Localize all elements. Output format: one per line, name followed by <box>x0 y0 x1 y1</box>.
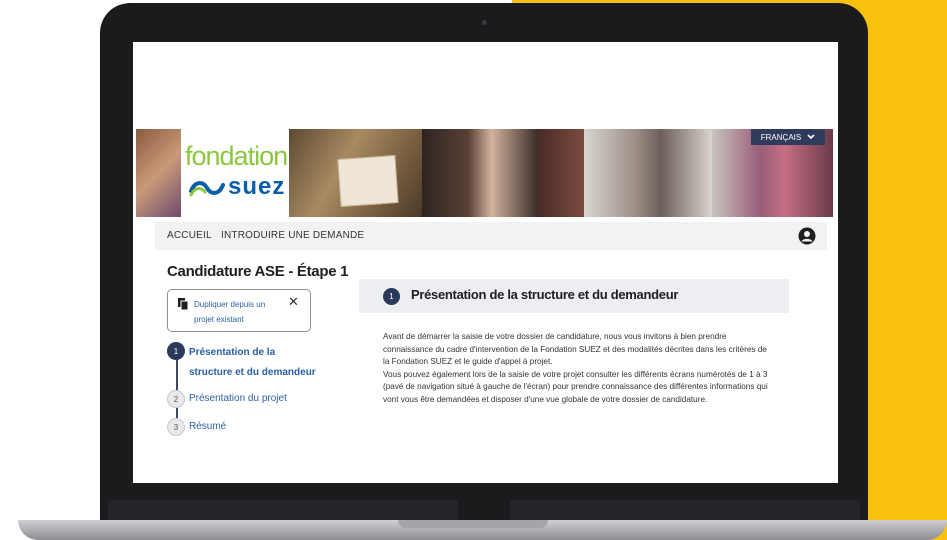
step-number-badge: 3 <box>167 418 185 436</box>
logo-word-suez: suez <box>228 173 286 200</box>
step-label[interactable]: Présentation du projet <box>189 393 287 404</box>
step-label[interactable]: Résumé <box>189 421 226 432</box>
banner-sign <box>337 155 399 207</box>
language-label: FRANÇAIS <box>760 132 802 142</box>
duplicate-project-box[interactable]: Dupliquer depuis un projet existant ✕ <box>167 289 311 332</box>
laptop-bezel-left <box>108 500 458 520</box>
banner-photo <box>422 129 538 217</box>
chevron-down-icon <box>807 134 815 140</box>
main-navbar: ACCUEIL INTRODUIRE UNE DEMANDE <box>155 222 827 250</box>
header-banner: fondation suez <box>136 129 833 217</box>
banner-photo <box>289 129 422 217</box>
language-selector[interactable]: FRANÇAIS <box>751 129 825 145</box>
close-icon[interactable]: ✕ <box>288 294 299 310</box>
banner-photo <box>584 129 712 217</box>
step-number-badge: 2 <box>167 390 185 408</box>
copy-icon <box>178 298 188 310</box>
user-circle-icon[interactable] <box>798 227 816 245</box>
step-number-badge: 1 <box>167 342 185 360</box>
nav-item-introduire-demande[interactable]: INTRODUIRE UNE DEMANDE <box>221 230 364 241</box>
banner-photo <box>538 129 584 217</box>
section-number-badge: 1 <box>383 288 400 305</box>
banner-photo <box>136 129 181 217</box>
laptop-screen: fondation suez FRANÇAIS ACCUEIL INTRODUI… <box>133 42 838 483</box>
section-header: 1 Présentation de la structure et du dem… <box>359 279 789 313</box>
page-title: Candidature ASE - Étape 1 <box>167 263 349 280</box>
fondation-suez-logo[interactable]: fondation suez <box>181 129 289 217</box>
step-label[interactable]: Présentation de la structure et du deman… <box>189 343 319 383</box>
webcam-icon <box>482 20 487 25</box>
section-title: Présentation de la structure et du deman… <box>411 287 679 302</box>
nav-item-accueil[interactable]: ACCUEIL <box>167 230 212 241</box>
section-intro-text: Avant de démarrer la saisie de votre dos… <box>383 331 773 406</box>
intro-paragraph-2: Vous pouvez également lors de la saisie … <box>383 369 768 404</box>
intro-paragraph-1: Avant de démarrer la saisie de votre dos… <box>383 332 767 366</box>
logo-word-fondation: fondation <box>185 141 288 171</box>
duplicate-project-link[interactable]: Dupliquer depuis un projet existant <box>194 297 276 327</box>
laptop-bezel-right <box>510 500 860 520</box>
suez-wave-icon <box>189 181 225 197</box>
laptop-notch <box>398 520 548 528</box>
